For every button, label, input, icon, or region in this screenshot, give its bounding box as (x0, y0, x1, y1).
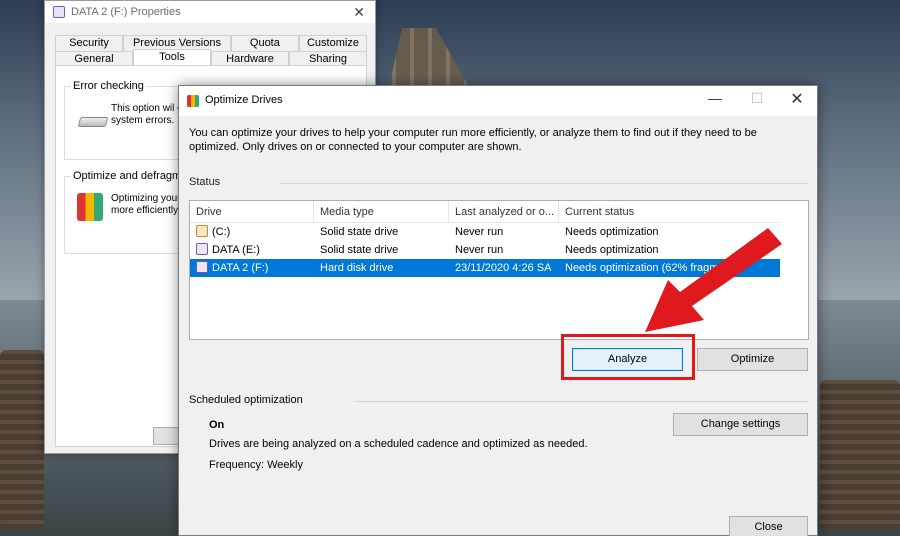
properties-titlebar[interactable]: DATA 2 (F:) Properties ✕ (45, 1, 375, 23)
defragment-icon (77, 193, 103, 221)
schedule-frequency: Frequency: Weekly (209, 459, 303, 471)
properties-tabs-top: Security Previous Versions Quota Customi… (55, 35, 368, 52)
intro-text: You can optimize your drives to help you… (189, 127, 757, 153)
optimize-drives-window: Optimize Drives — ☐ ✕ You can optimize y… (178, 85, 818, 536)
close-icon[interactable]: ✕ (353, 4, 365, 21)
scheduled-optimization-label: Scheduled optimization (189, 394, 303, 406)
optimize-group-title: Optimize and defragme (71, 170, 190, 182)
column-drive[interactable]: Drive (196, 206, 222, 218)
optimize-group-text: Optimizing your more efficiently. (111, 193, 181, 216)
properties-title: DATA 2 (F:) Properties (71, 6, 181, 18)
schedule-description: Drives are being analyzed on a scheduled… (209, 438, 588, 450)
current-status: Needs optimization (62% fragm (565, 262, 719, 274)
table-row-selected[interactable]: DATA 2 (F:) Hard disk drive 23/11/2020 4… (190, 259, 780, 277)
properties-ok-button[interactable] (153, 427, 181, 445)
schedule-state: On (209, 419, 225, 431)
column-media-type[interactable]: Media type (320, 206, 374, 218)
error-checking-text: This option wil c system errors. (111, 103, 182, 126)
analyze-button[interactable]: Analyze (572, 348, 683, 371)
table-row[interactable]: DATA (E:) Solid state drive Never run Ne… (190, 241, 780, 259)
column-current-status[interactable]: Current status (565, 206, 634, 218)
column-last-analyzed[interactable]: Last analyzed or o... (455, 206, 554, 218)
media-type: Hard disk drive (320, 262, 394, 274)
drive-name: DATA (E:) (212, 244, 260, 256)
tab-security[interactable]: Security (55, 35, 124, 52)
maximize-icon[interactable]: ☐ (747, 90, 767, 107)
status-label: Status (189, 176, 221, 188)
current-status: Needs optimization (565, 226, 659, 238)
table-row[interactable]: (C:) Solid state drive Never run Needs o… (190, 223, 780, 241)
media-type: Solid state drive (320, 244, 399, 256)
minimize-icon[interactable]: — (705, 90, 725, 106)
desktop-post (0, 350, 44, 530)
optimize-drives-icon (187, 95, 199, 107)
column-divider[interactable] (448, 201, 449, 223)
optimize-titlebar[interactable]: Optimize Drives — ☐ ✕ (179, 86, 817, 116)
drives-list-header: Drive Media type Last analyzed or o... C… (190, 201, 780, 223)
hard-drive-icon (77, 117, 109, 127)
system-drive-icon (196, 225, 208, 237)
media-type: Solid state drive (320, 226, 399, 238)
scheduled-divider (355, 401, 809, 402)
close-button[interactable]: Close (729, 516, 808, 536)
last-analyzed: 23/11/2020 4:26 SA (455, 262, 552, 274)
drive-icon (53, 6, 65, 18)
drive-name: DATA 2 (F:) (212, 262, 269, 274)
status-divider (279, 183, 809, 184)
optimize-button[interactable]: Optimize (697, 348, 808, 371)
column-divider[interactable] (558, 201, 559, 223)
column-divider[interactable] (313, 201, 314, 223)
last-analyzed: Never run (455, 244, 504, 256)
drive-name: (C:) (212, 226, 231, 238)
close-icon[interactable]: ✕ (787, 89, 807, 109)
tab-quota[interactable]: Quota (230, 35, 299, 52)
desktop-post (820, 380, 900, 530)
tab-customize[interactable]: Customize (298, 35, 368, 52)
current-status: Needs optimization (565, 244, 659, 256)
error-checking-title: Error checking (71, 80, 146, 92)
drives-list[interactable]: Drive Media type Last analyzed or o... C… (189, 200, 809, 340)
change-settings-button[interactable]: Change settings (673, 413, 808, 436)
last-analyzed: Never run (455, 226, 504, 238)
drive-icon (196, 261, 208, 273)
optimize-title: Optimize Drives (205, 94, 283, 106)
drive-icon (196, 243, 208, 255)
